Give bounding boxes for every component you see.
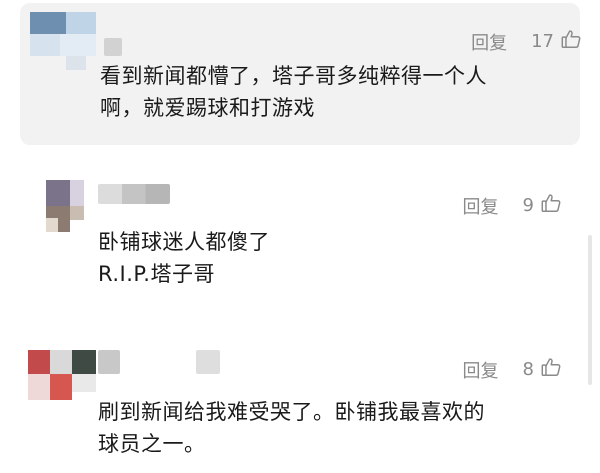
avatar[interactable]	[28, 350, 98, 404]
comment-text-line: 球员之一。	[98, 432, 206, 456]
comment-text: 看到新闻都懵了，塔子哥多纯粹得一个人 啊，就爱踢球和打游戏	[100, 60, 487, 124]
username-blurred[interactable]	[98, 350, 120, 374]
avatar-pixel	[50, 374, 72, 400]
avatar-pixel	[66, 12, 96, 34]
comment-text-line: 啊，就爱踢球和打游戏	[100, 96, 315, 120]
comment-text-line: R.I.P.塔子哥	[98, 262, 215, 286]
comment-item-2: 回复 9 卧铺球迷人都傻了 R.I.P.塔子哥	[0, 170, 600, 320]
like-button[interactable]	[560, 28, 582, 55]
comment-item-3: 回复 8 刷到新闻给我难受哭了。卧铺我最喜欢的 球员之一。	[0, 340, 600, 473]
comment-text-line: 卧铺球迷人都傻了	[98, 230, 270, 254]
scrollbar[interactable]	[588, 235, 592, 385]
avatar-pixel	[70, 180, 84, 206]
avatar[interactable]	[46, 180, 84, 234]
avatar-pixel	[50, 350, 72, 374]
thumbs-up-icon	[541, 194, 561, 212]
like-count: 9	[522, 195, 534, 216]
avatar-pixel	[30, 34, 60, 56]
comment-actions: 回复 9	[463, 192, 562, 219]
comment-actions: 回复 17	[471, 28, 582, 55]
reply-button[interactable]: 回复	[463, 193, 499, 219]
avatar-pixel	[70, 206, 84, 220]
thumbs-up-icon	[561, 30, 581, 48]
avatar-pixel	[72, 350, 96, 374]
avatar-pixel	[60, 34, 96, 56]
like-count: 17	[531, 31, 554, 52]
avatar[interactable]	[30, 12, 102, 72]
avatar-pixel	[46, 218, 58, 232]
like-button[interactable]	[540, 356, 562, 383]
avatar-pixel	[72, 374, 96, 392]
username-blurred[interactable]	[98, 184, 170, 204]
username-blurred[interactable]	[104, 38, 122, 56]
avatar-pixel	[46, 180, 70, 206]
comment-actions: 回复 8	[463, 356, 562, 383]
like-button[interactable]	[540, 192, 562, 219]
reply-button[interactable]: 回复	[463, 357, 499, 383]
username-blurred[interactable]	[196, 350, 220, 374]
comment-text-line: 看到新闻都懵了，塔子哥多纯粹得一个人	[100, 64, 487, 88]
avatar-pixel	[28, 374, 50, 400]
comment-text-line: 刷到新闻给我难受哭了。卧铺我最喜欢的	[98, 400, 485, 424]
like-count: 8	[522, 359, 534, 380]
comment-item-1: 回复 17 看到新闻都懵了，塔子哥多纯粹得一个人 啊，就爱踢球和打游戏	[0, 0, 600, 146]
avatar-pixel	[28, 350, 50, 374]
avatar-pixel	[30, 12, 66, 34]
reply-button[interactable]: 回复	[471, 29, 507, 55]
comment-text: 刷到新闻给我难受哭了。卧铺我最喜欢的 球员之一。	[98, 396, 485, 460]
thumbs-up-icon	[541, 358, 561, 376]
comment-text: 卧铺球迷人都傻了 R.I.P.塔子哥	[98, 226, 270, 290]
avatar-pixel	[66, 56, 86, 70]
